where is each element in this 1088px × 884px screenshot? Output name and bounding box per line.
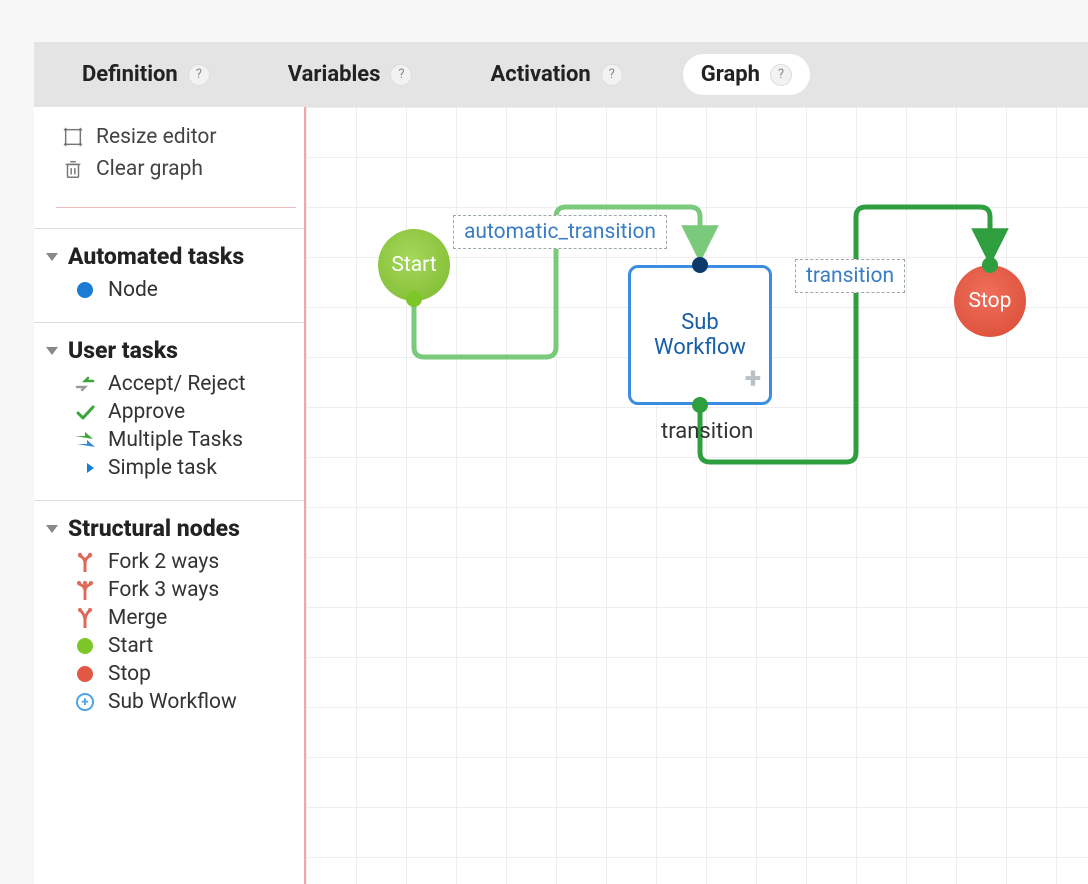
chevron-down-icon [46,253,58,261]
palette-item-fork-2-ways[interactable]: Fork 2 ways [34,548,304,576]
palette-item-stop[interactable]: Stop [34,660,304,688]
workflow-editor: Definition ? Variables ? Activation ? Gr… [34,42,1088,884]
tab-label: Definition [82,62,178,87]
tab-activation[interactable]: Activation ? [472,54,640,95]
item-label: Simple task [108,456,217,480]
group-user-tasks: User tasks Accept/ Reject Approve [34,322,304,500]
node-label: Stop [969,289,1012,313]
trash-icon [62,158,84,180]
approve-icon [74,404,96,420]
fork-3-icon [74,580,96,600]
tab-label: Activation [490,62,590,87]
help-icon[interactable]: ? [601,64,623,86]
node-label: Start [391,253,436,277]
palette-item-fork-3-ways[interactable]: Fork 3 ways [34,576,304,604]
resize-editor-button[interactable]: Resize editor [62,121,284,153]
edges-layer [306,107,1088,884]
item-label: Sub Workflow [108,690,237,714]
simple-task-icon [74,461,96,475]
expand-icon[interactable]: + [745,361,761,396]
action-label: Resize editor [96,125,216,149]
item-label: Fork 2 ways [108,550,219,574]
palette-item-merge[interactable]: Merge [34,604,304,632]
palette-item-simple-task[interactable]: Simple task [34,454,304,482]
start-icon [74,638,96,654]
group-header-structural-nodes[interactable]: Structural nodes [34,515,304,548]
help-icon[interactable]: ? [390,64,412,86]
sub-workflow-icon: + [74,693,96,711]
palette-item-node[interactable]: Node [34,276,304,304]
item-label: Merge [108,606,167,630]
port-stop-in[interactable] [982,257,998,273]
palette-item-accept-reject[interactable]: Accept/ Reject [34,370,304,398]
item-label: Multiple Tasks [108,428,243,452]
group-structural-nodes: Structural nodes Fork 2 ways Fork 3 ways [34,500,304,734]
port-subwf-out[interactable] [692,397,708,413]
multiple-tasks-icon [74,431,96,449]
item-label: Accept/ Reject [108,372,245,396]
edge-label-automatic-transition[interactable]: automatic_transition [453,215,667,249]
palette-item-approve[interactable]: Approve [34,398,304,426]
help-icon[interactable]: ? [188,64,210,86]
action-label: Clear graph [96,157,203,181]
merge-icon [74,608,96,628]
group-title: Automated tasks [68,243,244,270]
node-sub-workflow[interactable]: Sub Workflow + [628,265,772,405]
sidebar-divider [56,207,296,208]
node-icon [74,282,96,298]
tab-bar: Definition ? Variables ? Activation ? Gr… [34,42,1088,107]
edge-label-transition-2[interactable]: transition [795,259,905,293]
group-title: User tasks [68,337,178,364]
help-icon[interactable]: ? [770,64,792,86]
tab-graph[interactable]: Graph ? [683,54,810,95]
group-header-automated-tasks[interactable]: Automated tasks [34,243,304,276]
item-label: Fork 3 ways [108,578,219,602]
chevron-down-icon [46,525,58,533]
node-label: Sub Workflow [650,310,750,360]
item-label: Stop [108,662,151,686]
tab-label: Variables [288,62,381,87]
tab-variables[interactable]: Variables ? [270,54,431,95]
accept-reject-icon [74,375,96,393]
port-subwf-in[interactable] [692,257,708,273]
tab-label: Graph [701,62,760,87]
resize-icon [62,126,84,148]
item-label: Approve [108,400,185,424]
palette-item-start[interactable]: Start [34,632,304,660]
tab-definition[interactable]: Definition ? [64,54,228,95]
group-header-user-tasks[interactable]: User tasks [34,337,304,370]
stop-icon [74,666,96,682]
fork-2-icon [74,552,96,572]
palette-item-sub-workflow[interactable]: + Sub Workflow [34,688,304,716]
chevron-down-icon [46,347,58,355]
graph-canvas[interactable]: Start Sub Workflow + Stop automatic_tran… [306,107,1088,884]
content-area: Resize editor Clear graph Automated task… [34,107,1088,884]
node-stop[interactable]: Stop [954,265,1026,337]
item-label: Node [108,278,158,302]
item-label: Start [108,634,153,658]
palette-sidebar: Resize editor Clear graph Automated task… [34,107,306,884]
group-automated-tasks: Automated tasks Node [34,228,304,322]
palette-item-multiple-tasks[interactable]: Multiple Tasks [34,426,304,454]
port-start-out[interactable] [406,291,422,307]
edge-label-transition-1[interactable]: transition [661,419,753,444]
clear-graph-button[interactable]: Clear graph [62,153,284,185]
group-title: Structural nodes [68,515,240,542]
